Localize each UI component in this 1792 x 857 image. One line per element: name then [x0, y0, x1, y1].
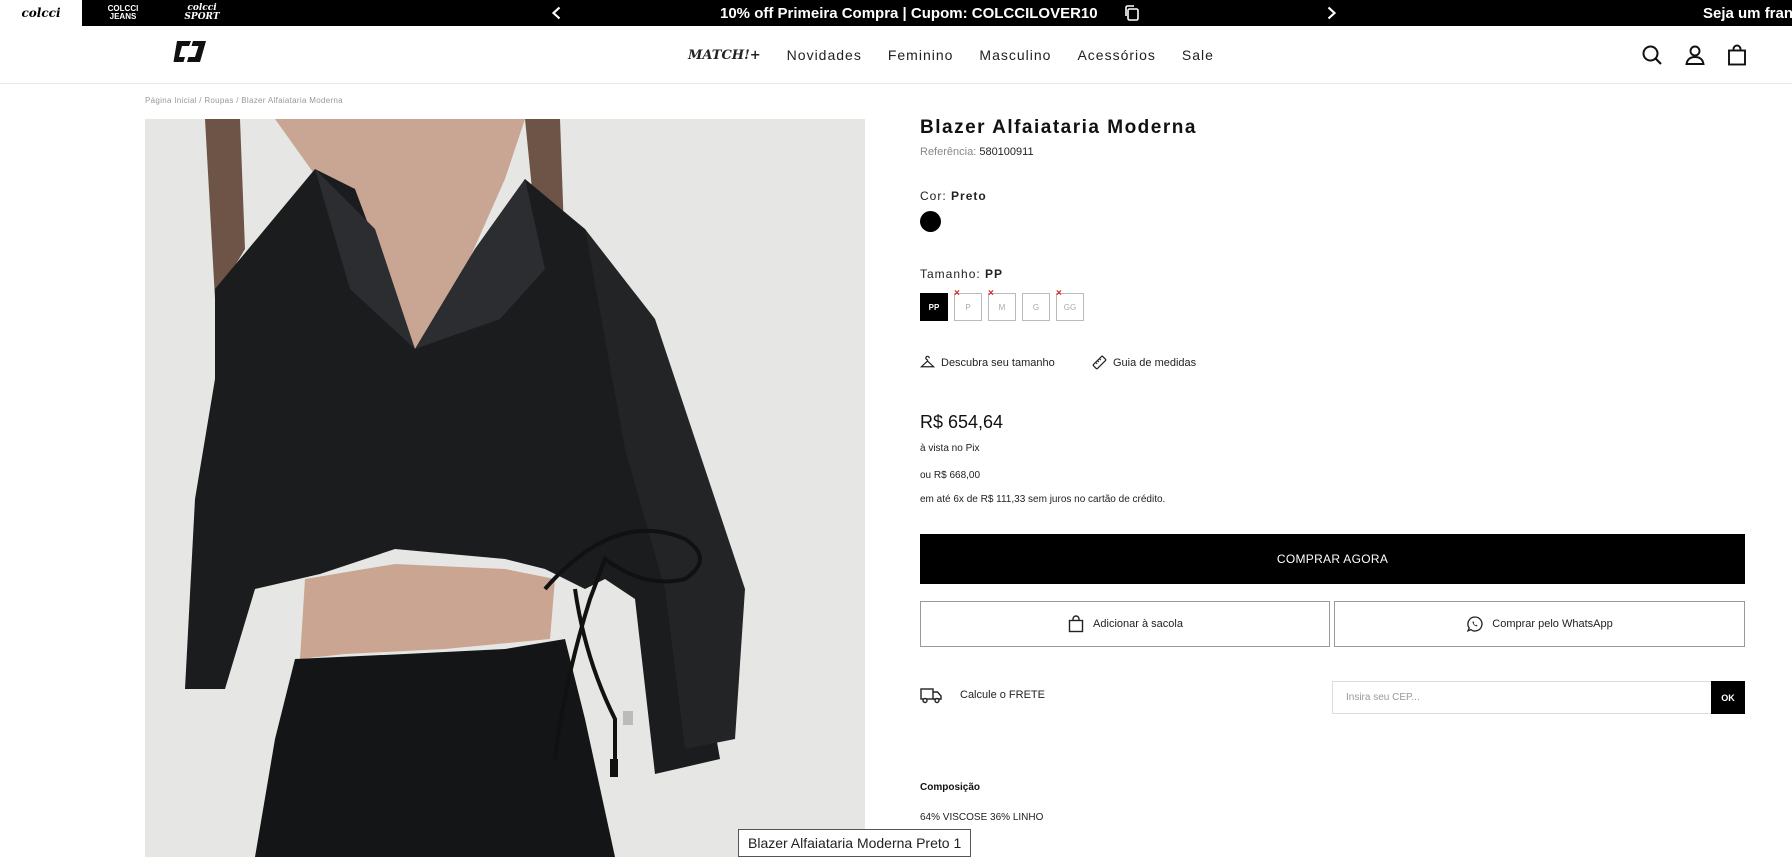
size-option-label: P [965, 302, 971, 312]
promo-next-text: Seja um franq [1703, 4, 1792, 22]
size-guide-link[interactable]: Guia de medidas [1092, 355, 1196, 370]
user-icon[interactable] [1683, 43, 1707, 67]
brand-tab-colcci[interactable]: colcci [0, 0, 82, 26]
product-photo [145, 119, 865, 857]
shopping-bag-icon[interactable] [1725, 43, 1749, 67]
size-finder-label: Descubra seu tamanho [941, 356, 1055, 369]
freight-label: Calcule o FRETE [960, 689, 1045, 701]
cep-ok-button[interactable]: OK [1711, 681, 1745, 714]
installments-note: em até 6x de R$ 111,33 sem juros no cart… [920, 494, 1166, 505]
brand-colcci-label: colcci [21, 6, 61, 20]
chevron-left-icon [551, 6, 561, 20]
composition-title: Composição [920, 782, 981, 793]
size-label: Tamanho: [920, 267, 981, 281]
price-pix-note: à vista no Pix [920, 443, 980, 454]
size-option-pp[interactable]: PP [920, 293, 948, 321]
product-image[interactable] [145, 119, 865, 857]
size-value: PP [985, 267, 1004, 281]
size-selector: PP × P × M G × GG [920, 289, 1084, 321]
product-reference: Referência: 580100911 [920, 146, 1034, 158]
promo-prev-button[interactable] [544, 0, 570, 26]
shopping-bag-icon [1068, 615, 1084, 633]
color-value: Preto [951, 189, 987, 203]
site-header: MATCH!+ Novidades Feminino Masculino Ace… [0, 26, 1792, 84]
product-price: R$ 654,64 [920, 412, 1004, 432]
buy-now-button[interactable]: COMPRAR AGORA [920, 534, 1745, 584]
truck-icon [920, 688, 942, 704]
add-to-bag-label: Adicionar à sacola [1093, 618, 1183, 630]
price-full: ou R$ 668,00 [920, 470, 981, 481]
size-option-label: PP [928, 302, 940, 312]
reference-value: 580100911 [979, 146, 1034, 158]
size-option-p[interactable]: × P [954, 289, 982, 321]
composition-value: 64% VISCOSE 36% LINHO [920, 812, 1044, 823]
cep-input[interactable] [1332, 681, 1712, 714]
size-option-label: M [998, 302, 1006, 312]
whatsapp-buy-button[interactable]: Comprar pelo WhatsApp [1334, 601, 1745, 647]
reference-label: Referência: [920, 146, 977, 158]
freight-calculator: Calcule o FRETE [920, 686, 1045, 704]
breadcrumb[interactable]: Página Inicial / Roupas / Blazer Alfaiat… [145, 96, 343, 105]
size-option-label: G [1032, 302, 1040, 312]
product-title: Blazer Alfaiataria Moderna [920, 117, 1197, 138]
size-option-gg[interactable]: × GG [1056, 289, 1084, 321]
brand-tab-colcci-jeans[interactable]: COLCCI JEANS [88, 0, 158, 26]
size-option-g[interactable]: G [1022, 293, 1050, 321]
nav-feminino[interactable]: Feminino [888, 47, 954, 63]
hanger-icon [920, 355, 935, 368]
colcci-logo[interactable] [173, 38, 207, 66]
size-option-m[interactable]: × M [988, 289, 1016, 321]
nav-acessorios[interactable]: Acessórios [1077, 47, 1155, 63]
nav-masculino[interactable]: Masculino [979, 47, 1051, 63]
main-nav: MATCH!+ Novidades Feminino Masculino Ace… [688, 26, 1240, 84]
size-option-label: GG [1063, 302, 1077, 312]
brand-colcci-jeans-label: COLCCI JEANS [107, 4, 139, 21]
search-icon[interactable] [1640, 43, 1664, 67]
ruler-icon [1092, 355, 1107, 370]
color-label: Cor: [920, 189, 947, 203]
promo-next-button[interactable] [1318, 0, 1344, 26]
chevron-right-icon [1327, 6, 1337, 20]
image-tooltip: Blazer Alfaiataria Moderna Preto 1 [738, 829, 972, 857]
copy-icon[interactable] [1122, 3, 1142, 23]
add-to-bag-button[interactable]: Adicionar à sacola [920, 601, 1330, 647]
brand-tab-colcci-sport[interactable]: colcci SPORT [170, 0, 234, 26]
nav-match[interactable]: MATCH!+ [688, 48, 761, 63]
unavailable-x-icon: × [1056, 288, 1062, 299]
unavailable-x-icon: × [988, 288, 994, 299]
color-label-row: Cor: Preto [920, 189, 987, 203]
color-swatch-preto[interactable] [920, 211, 941, 232]
announcement-bar: colcci COLCCI JEANS colcci SPORT 10% off… [0, 0, 1792, 26]
promo-text: 10% off Primeira Compra | Cupom: COLCCIL… [720, 4, 1098, 22]
size-finder-link[interactable]: Descubra seu tamanho [920, 355, 1055, 370]
nav-sale[interactable]: Sale [1182, 47, 1214, 63]
brand-colcci-sport-label: colcci SPORT [184, 3, 220, 22]
size-guide-label: Guia de medidas [1113, 356, 1197, 369]
whatsapp-buy-label: Comprar pelo WhatsApp [1492, 618, 1613, 630]
nav-novidades[interactable]: Novidades [787, 47, 862, 63]
size-label-row: Tamanho: PP [920, 267, 1003, 281]
whatsapp-icon [1467, 616, 1483, 633]
unavailable-x-icon: × [954, 288, 960, 299]
